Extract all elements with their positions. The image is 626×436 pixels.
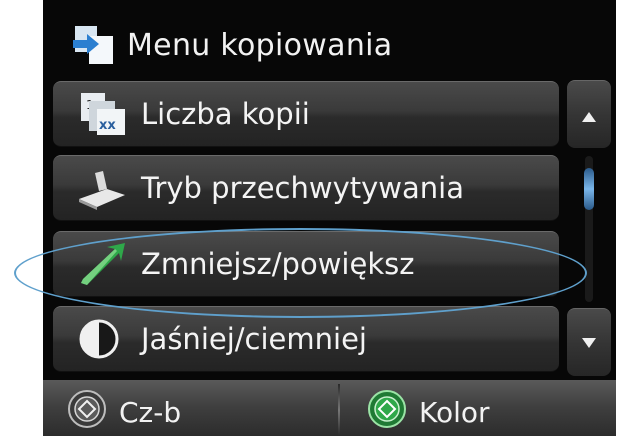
color-label: Kolor bbox=[419, 396, 490, 429]
start-color-icon bbox=[368, 390, 406, 428]
menu-item-reduce-enlarge[interactable]: Zmniejsz/powiększ bbox=[53, 231, 559, 297]
mono-start-button[interactable]: Cz-b bbox=[43, 380, 337, 436]
mono-label: Cz-b bbox=[119, 396, 182, 429]
scroll-up-button[interactable] bbox=[567, 80, 611, 148]
menu-item-label: Zmniejsz/powiększ bbox=[141, 247, 415, 281]
printer-screen: Menu kopiowania 1 xx Liczba kopii Tryb p… bbox=[43, 0, 616, 436]
svg-text:xx: xx bbox=[99, 118, 116, 133]
scroll-down-button[interactable] bbox=[567, 308, 611, 376]
menu-item-label: Liczba kopii bbox=[141, 97, 310, 131]
menu-item-label: Tryb przechwytywania bbox=[141, 171, 464, 205]
capture-mode-icon bbox=[79, 171, 125, 210]
scrollbar[interactable] bbox=[567, 80, 611, 380]
color-start-button[interactable]: Kolor bbox=[341, 380, 616, 436]
resize-icon bbox=[81, 243, 125, 285]
arrow-up-icon bbox=[582, 112, 596, 122]
bottom-bar: Cz-b Kolor bbox=[43, 380, 616, 436]
menu-item-capture-mode[interactable]: Tryb przechwytywania bbox=[53, 155, 559, 221]
menu-item-lighter-darker[interactable]: Jaśniej/ciemniej bbox=[53, 306, 559, 372]
copy-menu-icon bbox=[73, 26, 113, 64]
scroll-thumb[interactable] bbox=[584, 168, 594, 210]
menu-item-label: Jaśniej/ciemniej bbox=[141, 322, 367, 356]
title-bar: Menu kopiowania bbox=[43, 16, 616, 78]
page-title: Menu kopiowania bbox=[127, 28, 393, 63]
start-mono-icon bbox=[68, 390, 106, 428]
menu-item-copies[interactable]: 1 xx Liczba kopii bbox=[53, 81, 559, 147]
contrast-icon bbox=[79, 319, 119, 359]
arrow-down-icon bbox=[582, 338, 596, 348]
copies-icon: 1 xx bbox=[81, 93, 125, 135]
footer-divider bbox=[338, 384, 340, 436]
